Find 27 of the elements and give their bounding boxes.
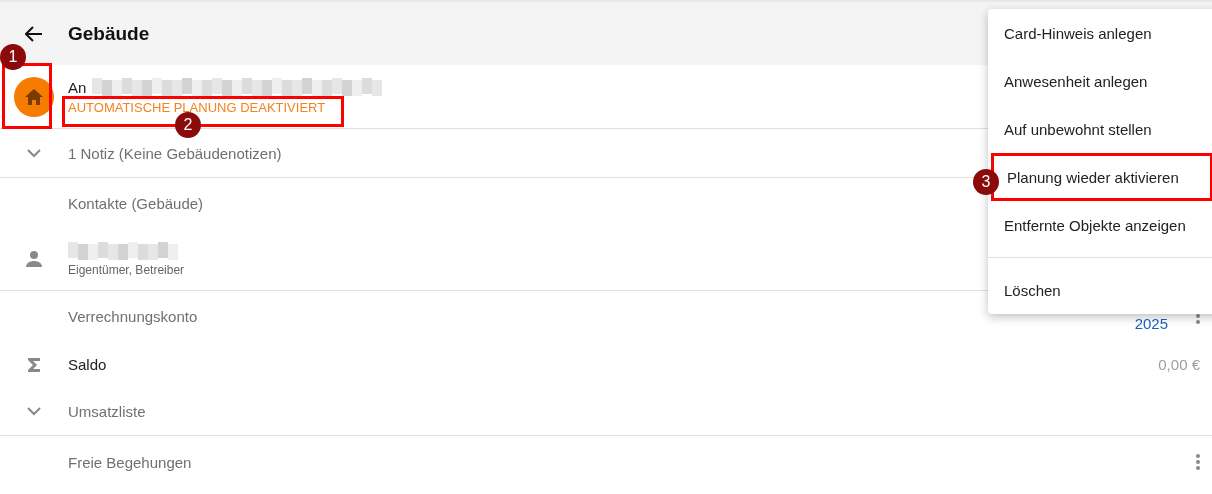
back-arrow-icon[interactable]	[25, 25, 43, 42]
menu-item[interactable]: Card-Hinweis anlegen	[988, 9, 1212, 57]
house-icon	[25, 88, 43, 105]
callout-badge: 2	[175, 112, 201, 138]
section-heading: Verrechnungskonto	[68, 307, 199, 325]
building-name: An	[68, 78, 87, 96]
menu-item[interactable]: Anwesenheit anlegen	[988, 57, 1212, 105]
more-icon[interactable]	[1196, 454, 1200, 470]
notes-toggle[interactable]: 1 Notiz (Keine Gebäudenotizen)	[68, 144, 282, 162]
section-heading: Freie Begehungen	[68, 453, 193, 471]
page-title: Gebäude	[68, 22, 150, 45]
balance-amount: 0,00 €	[1158, 356, 1200, 373]
person-icon	[26, 251, 42, 267]
year-label[interactable]: 2025	[1134, 314, 1168, 332]
menu-item[interactable]: Planung wieder aktivieren	[991, 153, 1212, 201]
callout-badge: 3	[973, 169, 999, 195]
balance-label: Saldo	[68, 356, 108, 373]
transactions-toggle[interactable]: Umsatzliste	[68, 403, 146, 420]
contact-roles: Eigentümer, Betreiber	[68, 262, 186, 277]
section-heading: Kontakte (Gebäude)	[68, 194, 204, 212]
menu-item[interactable]: Löschen	[988, 266, 1212, 314]
menu-item[interactable]: Entfernte Objekte anzeigen	[988, 201, 1212, 249]
chevron-down-icon[interactable]	[27, 148, 41, 158]
sigma-icon	[28, 357, 40, 372]
planning-status: AUTOMATISCHE PLANUNG DEAKTIVIERT	[68, 100, 327, 115]
menu-item[interactable]: Auf unbewohnt stellen	[988, 105, 1212, 153]
chevron-down-icon[interactable]	[27, 407, 41, 416]
